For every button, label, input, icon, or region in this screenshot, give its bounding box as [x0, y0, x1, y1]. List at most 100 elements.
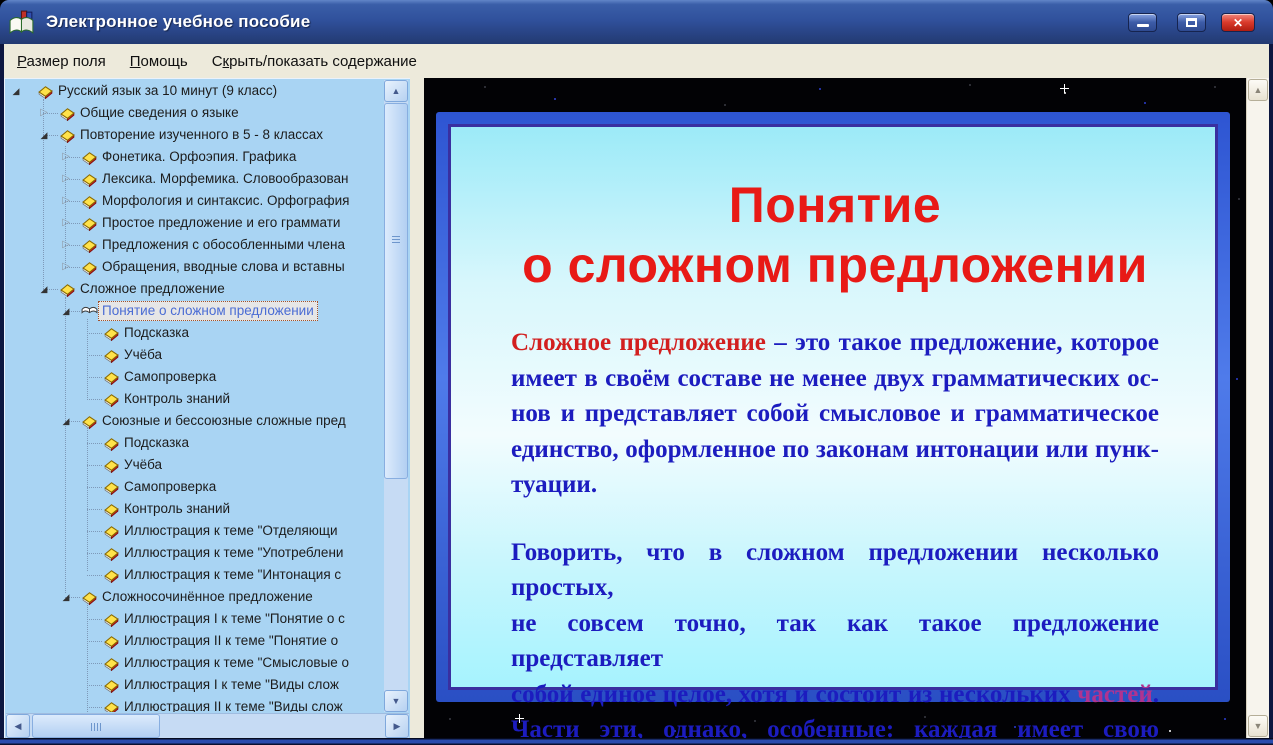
tree-item[interactable]: Учёба	[5, 454, 382, 476]
tree-item[interactable]: Иллюстрация к теме "Отделяющи	[5, 520, 382, 542]
tree-item[interactable]: Иллюстрация к теме "Смысловые о	[5, 652, 382, 674]
tree-item-label[interactable]: Сложное предложение	[80, 280, 225, 298]
horizontal-scroll-thumb[interactable]	[32, 714, 160, 738]
scroll-down-arrow-icon[interactable]: ▼	[384, 690, 408, 712]
expand-toggle-icon[interactable]: ◢	[59, 303, 73, 319]
tree-item[interactable]: Самопроверка	[5, 476, 382, 498]
tree-item[interactable]: ▷ Морфология и синтаксис. Орфография	[5, 190, 382, 212]
menu-item[interactable]: Размер поля	[17, 53, 106, 70]
expand-toggle-icon[interactable]: ◢	[59, 589, 73, 605]
tree-item[interactable]: ◢ Повторение изученного в 5 - 8 классах	[5, 124, 382, 146]
tree-item-label[interactable]: Фонетика. Орфоэпия. Графика	[102, 148, 296, 166]
close-button[interactable]: ✕	[1221, 13, 1255, 32]
maximize-button[interactable]	[1177, 13, 1206, 32]
tree-item-label[interactable]: Иллюстрация II к теме "Виды слож	[124, 698, 343, 712]
expand-toggle-icon[interactable]: ◢	[37, 281, 51, 297]
maximize-icon	[1186, 18, 1197, 27]
tree-item-label[interactable]: Учёба	[124, 346, 162, 364]
slide-text-line: Сложное предложение – это такое предложе…	[511, 325, 1159, 361]
content-vertical-scrollbar[interactable]: ▲ ▼	[1246, 78, 1269, 738]
tree-item[interactable]: ◢ Сложное предложение	[5, 278, 382, 300]
scroll-up-arrow-icon[interactable]: ▲	[384, 80, 408, 102]
tree-item-label[interactable]: Обращения, вводные слова и вставны	[102, 258, 345, 276]
tree-item-label[interactable]: Простое предложение и его граммати	[102, 214, 340, 232]
expand-toggle-icon[interactable]: ▷	[37, 105, 51, 121]
tree-item-label[interactable]: Подсказка	[124, 434, 189, 452]
tree-item-label[interactable]: Повторение изученного в 5 - 8 классах	[80, 126, 323, 144]
tree-item[interactable]: ▷ Общие сведения о языке	[5, 102, 382, 124]
tree-item-label[interactable]: Иллюстрация II к теме "Понятие о	[124, 632, 338, 650]
tree-item[interactable]: Подсказка	[5, 432, 382, 454]
tree-item-label[interactable]: Русский язык за 10 минут (9 класс)	[58, 82, 277, 100]
tree-connector	[87, 531, 102, 532]
expand-toggle-icon[interactable]: ▷	[59, 193, 73, 209]
scroll-up-arrow-icon[interactable]: ▲	[1248, 79, 1268, 101]
tree-item[interactable]: ▷ Обращения, вводные слова и вставны	[5, 256, 382, 278]
tree-item[interactable]: ▷ Фонетика. Орфоэпия. Графика	[5, 146, 382, 168]
tree-item[interactable]: Иллюстрация II к теме "Понятие о	[5, 630, 382, 652]
tree-item-label[interactable]: Лексика. Морфемика. Словообразован	[102, 170, 348, 188]
tree-item-label[interactable]: Подсказка	[124, 324, 189, 342]
tree-item-label[interactable]: Учёба	[124, 456, 162, 474]
tree-item-label[interactable]: Иллюстрация I к теме "Виды слож	[124, 676, 339, 694]
tree-horizontal-scrollbar[interactable]: ◀ ▶	[6, 713, 409, 738]
tree-item-label[interactable]: Иллюстрация к теме "Употреблени	[124, 544, 343, 562]
tree-item-label[interactable]: Иллюстрация к теме "Интонация с	[124, 566, 341, 584]
tree-item-label[interactable]: Предложения с обособленными члена	[102, 236, 345, 254]
tree-item-label[interactable]: Самопроверка	[124, 368, 216, 386]
book-icon	[59, 127, 76, 144]
tree-item[interactable]: ◢ Союзные и бессоюзные сложные пред	[5, 410, 382, 432]
tree-item-label[interactable]: Контроль знаний	[124, 390, 230, 408]
tree-item-label[interactable]: Иллюстрация к теме "Отделяющи	[124, 522, 338, 540]
tree-item[interactable]: Подсказка	[5, 322, 382, 344]
expand-toggle-icon[interactable]: ▷	[59, 237, 73, 253]
scroll-right-arrow-icon[interactable]: ▶	[385, 714, 409, 738]
vertical-scroll-thumb[interactable]	[384, 103, 408, 479]
slide-inner-border: Понятие о сложном предложении Сложное пре…	[448, 124, 1218, 738]
menu-item[interactable]: Скрыть/показать содержание	[212, 53, 417, 70]
tree-item[interactable]: Контроль знаний	[5, 388, 382, 410]
tree-connector	[87, 663, 102, 664]
menu-item[interactable]: Помощь	[130, 53, 188, 70]
slide-text-segment: – это такое предложение, которое	[765, 329, 1159, 356]
tree-item[interactable]: Иллюстрация к теме "Употреблени	[5, 542, 382, 564]
tree-item[interactable]: ▷ Лексика. Морфемика. Словообразован	[5, 168, 382, 190]
tree-item-label[interactable]: Контроль знаний	[124, 500, 230, 518]
tree-item[interactable]: Контроль знаний	[5, 498, 382, 520]
expand-toggle-icon[interactable]: ◢	[37, 127, 51, 143]
expand-toggle-icon[interactable]: ◢	[9, 83, 23, 99]
tree-item[interactable]: Иллюстрация I к теме "Понятие о с	[5, 608, 382, 630]
tree-item[interactable]: Иллюстрация к теме "Интонация с	[5, 564, 382, 586]
tree-item[interactable]: Иллюстрация I к теме "Виды слож	[5, 674, 382, 696]
tree-item-label[interactable]: Союзные и бессоюзные сложные пред	[102, 412, 346, 430]
tree-item[interactable]: ▷ Простое предложение и его граммати	[5, 212, 382, 234]
title-bar[interactable]: Электронное учебное пособие ✕	[0, 0, 1273, 44]
tree-item[interactable]: Самопроверка	[5, 366, 382, 388]
tree-item-label[interactable]: Сложносочинённое предложение	[102, 588, 313, 606]
tree-item-label[interactable]: Понятие о сложном предложении	[98, 301, 318, 321]
expand-toggle-icon[interactable]: ▷	[59, 149, 73, 165]
tree-item-label[interactable]: Морфология и синтаксис. Орфография	[102, 192, 350, 210]
tree-item[interactable]: Иллюстрация II к теме "Виды слож	[5, 696, 382, 712]
expand-toggle-icon[interactable]: ◢	[59, 413, 73, 429]
scroll-left-arrow-icon[interactable]: ◀	[6, 714, 30, 738]
scroll-down-arrow-icon[interactable]: ▼	[1248, 715, 1268, 737]
panel-splitter[interactable]	[410, 78, 424, 738]
expand-toggle-icon[interactable]: ▷	[59, 259, 73, 275]
tree-item-label[interactable]: Иллюстрация к теме "Смысловые о	[124, 654, 349, 672]
tree-item-label[interactable]: Иллюстрация I к теме "Понятие о с	[124, 610, 345, 628]
tree-item[interactable]: ◢ Сложносочинённое предложение	[5, 586, 382, 608]
tree-item-label[interactable]: Общие сведения о языке	[80, 104, 239, 122]
minimize-button[interactable]	[1128, 13, 1157, 32]
tree-vertical-scrollbar[interactable]: ▲ ▼	[384, 80, 408, 712]
tree-item[interactable]: Учёба	[5, 344, 382, 366]
expand-toggle-icon[interactable]: ▷	[59, 215, 73, 231]
expand-toggle-icon[interactable]: ▷	[59, 171, 73, 187]
tree-item-label[interactable]: Самопроверка	[124, 478, 216, 496]
tree-connector	[87, 575, 102, 576]
book-icon	[103, 391, 120, 408]
tree-view[interactable]: ◢ Русский язык за 10 минут (9 класс) ▷ О…	[5, 79, 382, 712]
tree-item[interactable]: ◢ Понятие о сложном предложении	[5, 300, 382, 322]
tree-item[interactable]: ◢ Русский язык за 10 минут (9 класс)	[5, 80, 382, 102]
tree-item[interactable]: ▷ Предложения с обособленными члена	[5, 234, 382, 256]
